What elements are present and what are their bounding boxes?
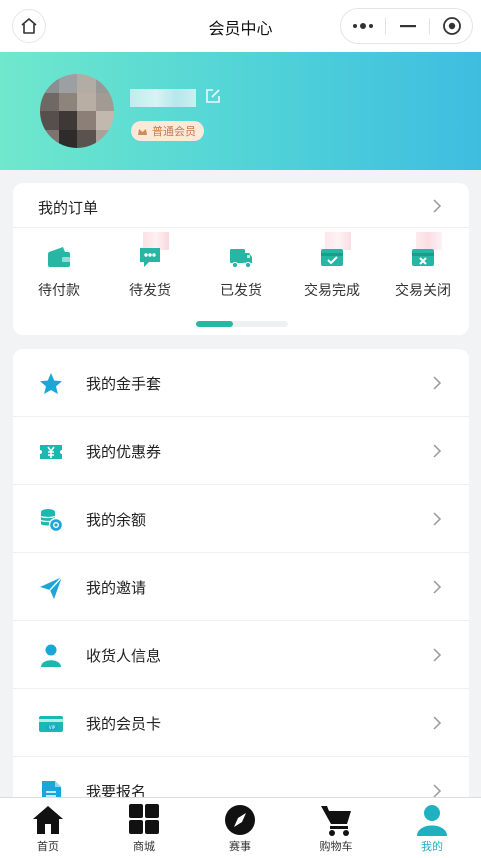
compass-icon bbox=[225, 805, 255, 835]
tab-cart[interactable]: 购物车 bbox=[288, 798, 384, 858]
close-app-button[interactable] bbox=[430, 9, 473, 43]
mini-program-capsule bbox=[340, 8, 473, 44]
tab-mine[interactable]: 我的 bbox=[384, 798, 480, 858]
wallet-icon bbox=[48, 247, 70, 267]
menu-item-label: 我的优惠券 bbox=[86, 443, 162, 461]
edit-icon[interactable] bbox=[204, 87, 222, 105]
balance-coins-icon bbox=[40, 509, 64, 533]
tab-label: 我的 bbox=[421, 840, 443, 853]
chat-box-icon bbox=[140, 248, 160, 267]
avatar[interactable] bbox=[40, 74, 114, 148]
order-status-label: 交易关闭 bbox=[395, 283, 451, 299]
paper-plane-icon bbox=[40, 576, 63, 599]
vip-card-icon: VIP bbox=[39, 716, 63, 732]
order-status-label: 已发货 bbox=[220, 283, 262, 299]
menu-item-label: 我的余额 bbox=[86, 511, 147, 529]
order-status-pending-shipment[interactable]: 待发货 bbox=[113, 232, 187, 299]
order-status-label: 交易完成 bbox=[304, 283, 360, 299]
navigation-bar: 会员中心 bbox=[0, 0, 481, 52]
person-icon bbox=[41, 644, 61, 667]
card-check-icon bbox=[321, 249, 343, 266]
order-status-pending-payment[interactable]: 待付款 bbox=[22, 236, 96, 299]
menu-item-label: 我的邀请 bbox=[86, 579, 147, 597]
profile-header: 普通会员 bbox=[0, 52, 481, 170]
menu-item-invitations[interactable]: 我的邀请 bbox=[13, 553, 469, 621]
minus-icon bbox=[399, 25, 416, 28]
tab-label: 商城 bbox=[133, 840, 155, 853]
more-button[interactable] bbox=[341, 9, 385, 43]
order-status-completed[interactable]: 交易完成 bbox=[295, 232, 369, 299]
tab-label: 购物车 bbox=[319, 840, 353, 853]
chevron-right-icon bbox=[433, 716, 442, 730]
star-icon bbox=[40, 373, 62, 394]
service-menu: 我的金手套 我的优惠券 我的余额 我的邀请 收货人信息 VIP 我的会员卡 我要… bbox=[13, 349, 469, 809]
home-icon bbox=[33, 806, 63, 834]
menu-item-label: 我的金手套 bbox=[86, 375, 162, 393]
more-dots-icon bbox=[353, 23, 373, 29]
crown-icon bbox=[138, 128, 147, 135]
order-scroll-indicator-fill bbox=[196, 321, 233, 327]
target-circle-icon bbox=[442, 17, 461, 35]
my-orders-title: 我的订单 bbox=[38, 199, 99, 217]
menu-item-balance[interactable]: 我的余额 bbox=[13, 485, 469, 553]
tab-label: 首页 bbox=[37, 840, 59, 853]
delivery-truck-icon bbox=[230, 249, 252, 269]
menu-item-consignee-info[interactable]: 收货人信息 bbox=[13, 621, 469, 689]
cart-icon bbox=[321, 806, 351, 836]
card-close-icon bbox=[412, 249, 434, 266]
svg-text:VIP: VIP bbox=[49, 725, 56, 730]
order-scroll-indicator bbox=[196, 321, 288, 327]
my-orders-header[interactable]: 我的订单 bbox=[13, 183, 469, 228]
chevron-right-icon bbox=[433, 444, 442, 458]
chevron-right-icon bbox=[433, 580, 442, 594]
tab-label: 赛事 bbox=[229, 840, 251, 853]
member-level-label: 普通会员 bbox=[152, 125, 196, 138]
chevron-right-icon bbox=[433, 512, 442, 526]
chevron-right-icon bbox=[433, 199, 442, 213]
my-orders-card: 我的订单 待付款 待发货 已发货 交易完成 交易关闭 bbox=[13, 183, 469, 335]
username-blurred bbox=[130, 89, 196, 107]
minimize-button[interactable] bbox=[386, 9, 429, 43]
order-status-closed[interactable]: 交易关闭 bbox=[386, 232, 460, 299]
menu-item-label: 我的会员卡 bbox=[86, 715, 162, 733]
order-status-label: 待发货 bbox=[129, 283, 171, 299]
chevron-right-icon bbox=[433, 376, 442, 390]
member-level-badge: 普通会员 bbox=[131, 121, 204, 141]
menu-item-golden-glove[interactable]: 我的金手套 bbox=[13, 349, 469, 417]
person-icon bbox=[417, 805, 447, 836]
menu-item-label: 收货人信息 bbox=[86, 647, 162, 665]
grid-icon bbox=[129, 804, 159, 834]
bottom-tab-bar: 首页 商城 赛事 购物车 我的 bbox=[0, 797, 481, 858]
menu-item-coupons[interactable]: 我的优惠券 bbox=[13, 417, 469, 485]
tab-events[interactable]: 赛事 bbox=[192, 798, 288, 858]
order-status-shipped[interactable]: 已发货 bbox=[204, 236, 278, 299]
order-status-label: 待付款 bbox=[38, 283, 80, 299]
coupon-icon bbox=[40, 445, 62, 459]
menu-item-membership-card[interactable]: VIP 我的会员卡 bbox=[13, 689, 469, 757]
tab-home[interactable]: 首页 bbox=[0, 798, 96, 858]
chevron-right-icon bbox=[433, 648, 442, 662]
tab-mall[interactable]: 商城 bbox=[96, 798, 192, 858]
